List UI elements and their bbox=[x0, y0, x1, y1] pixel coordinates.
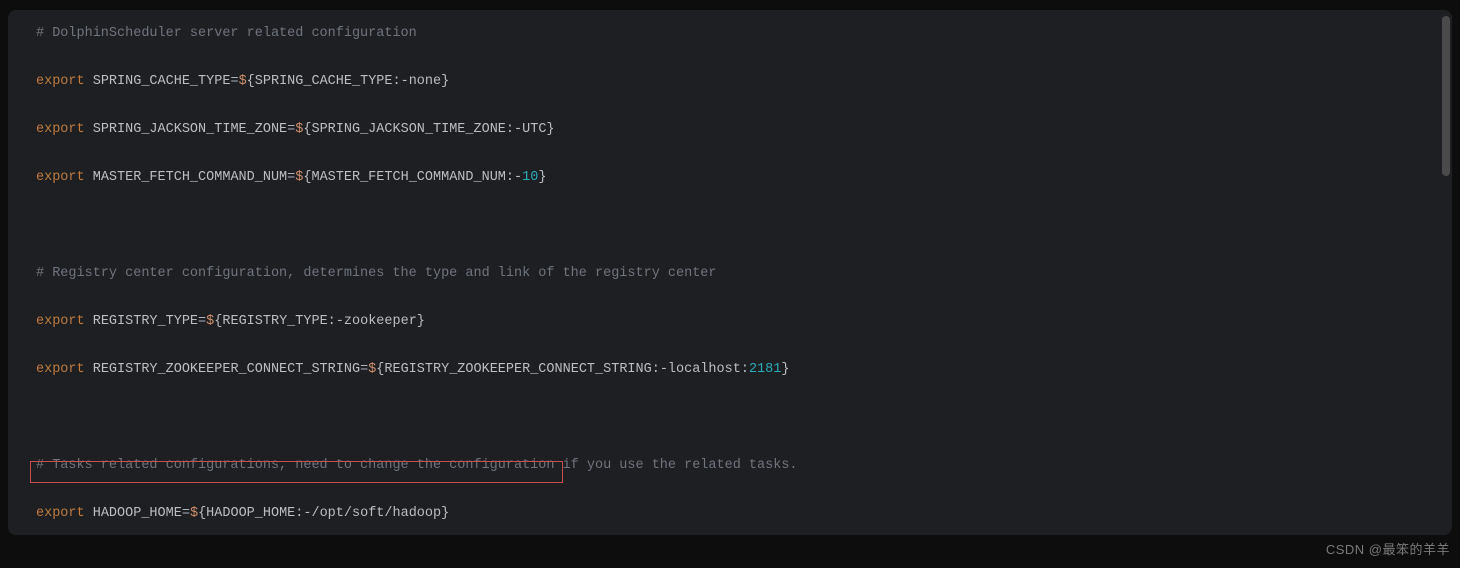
code-line[interactable]: export MASTER_FETCH_COMMAND_NUM=${MASTER… bbox=[20, 166, 1440, 190]
comment: # Registry center configuration, determi… bbox=[36, 266, 717, 281]
brace-expression: {REGISTRY_TYPE:-zookeeper} bbox=[214, 314, 425, 329]
keyword-export: export bbox=[36, 314, 85, 329]
variable-name: HADOOP_HOME bbox=[93, 506, 182, 521]
variable-name: REGISTRY_ZOOKEEPER_CONNECT_STRING bbox=[93, 362, 360, 377]
brace-expression: {MASTER_FETCH_COMMAND_NUM:- bbox=[303, 170, 522, 185]
code-line[interactable]: # DolphinScheduler server related config… bbox=[20, 22, 1440, 46]
keyword-export: export bbox=[36, 122, 85, 137]
blank-line[interactable] bbox=[20, 214, 1440, 238]
code-editor[interactable]: # DolphinScheduler server related config… bbox=[8, 10, 1452, 535]
code-line[interactable]: # Tasks related configurations, need to … bbox=[20, 454, 1440, 478]
dollar-sign: $ bbox=[190, 506, 198, 521]
comment: # DolphinScheduler server related config… bbox=[36, 26, 417, 41]
variable-name: MASTER_FETCH_COMMAND_NUM bbox=[93, 170, 287, 185]
dollar-sign: $ bbox=[239, 74, 247, 89]
brace-expression: {SPRING_CACHE_TYPE:-none} bbox=[247, 74, 450, 89]
variable-name: SPRING_JACKSON_TIME_ZONE bbox=[93, 122, 287, 137]
code-line[interactable]: # Registry center configuration, determi… bbox=[20, 262, 1440, 286]
keyword-export: export bbox=[36, 170, 85, 185]
keyword-export: export bbox=[36, 74, 85, 89]
number-literal: 2181 bbox=[749, 362, 781, 377]
vertical-scrollbar[interactable] bbox=[1440, 16, 1450, 526]
comment: # Tasks related configurations, need to … bbox=[36, 458, 798, 473]
brace-expression: {HADOOP_HOME:-/opt/soft/hadoop} bbox=[198, 506, 449, 521]
number-literal: 10 bbox=[522, 170, 538, 185]
brace-expression: {SPRING_JACKSON_TIME_ZONE:-UTC} bbox=[303, 122, 554, 137]
code-line[interactable]: export REGISTRY_ZOOKEEPER_CONNECT_STRING… bbox=[20, 358, 1440, 382]
code-line[interactable]: export SPRING_JACKSON_TIME_ZONE=${SPRING… bbox=[20, 118, 1440, 142]
brace-expression: {REGISTRY_ZOOKEEPER_CONNECT_STRING:-loca… bbox=[376, 362, 749, 377]
keyword-export: export bbox=[36, 362, 85, 377]
watermark: CSDN @最笨的羊羊 bbox=[1326, 538, 1450, 562]
blank-line[interactable] bbox=[20, 406, 1440, 430]
variable-name: REGISTRY_TYPE bbox=[93, 314, 198, 329]
code-line[interactable]: export REGISTRY_TYPE=${REGISTRY_TYPE:-zo… bbox=[20, 310, 1440, 334]
scrollbar-thumb[interactable] bbox=[1442, 16, 1450, 176]
code-line[interactable]: export SPRING_CACHE_TYPE=${SPRING_CACHE_… bbox=[20, 70, 1440, 94]
variable-name: SPRING_CACHE_TYPE bbox=[93, 74, 231, 89]
keyword-export: export bbox=[36, 506, 85, 521]
code-line[interactable]: export HADOOP_HOME=${HADOOP_HOME:-/opt/s… bbox=[20, 502, 1440, 526]
